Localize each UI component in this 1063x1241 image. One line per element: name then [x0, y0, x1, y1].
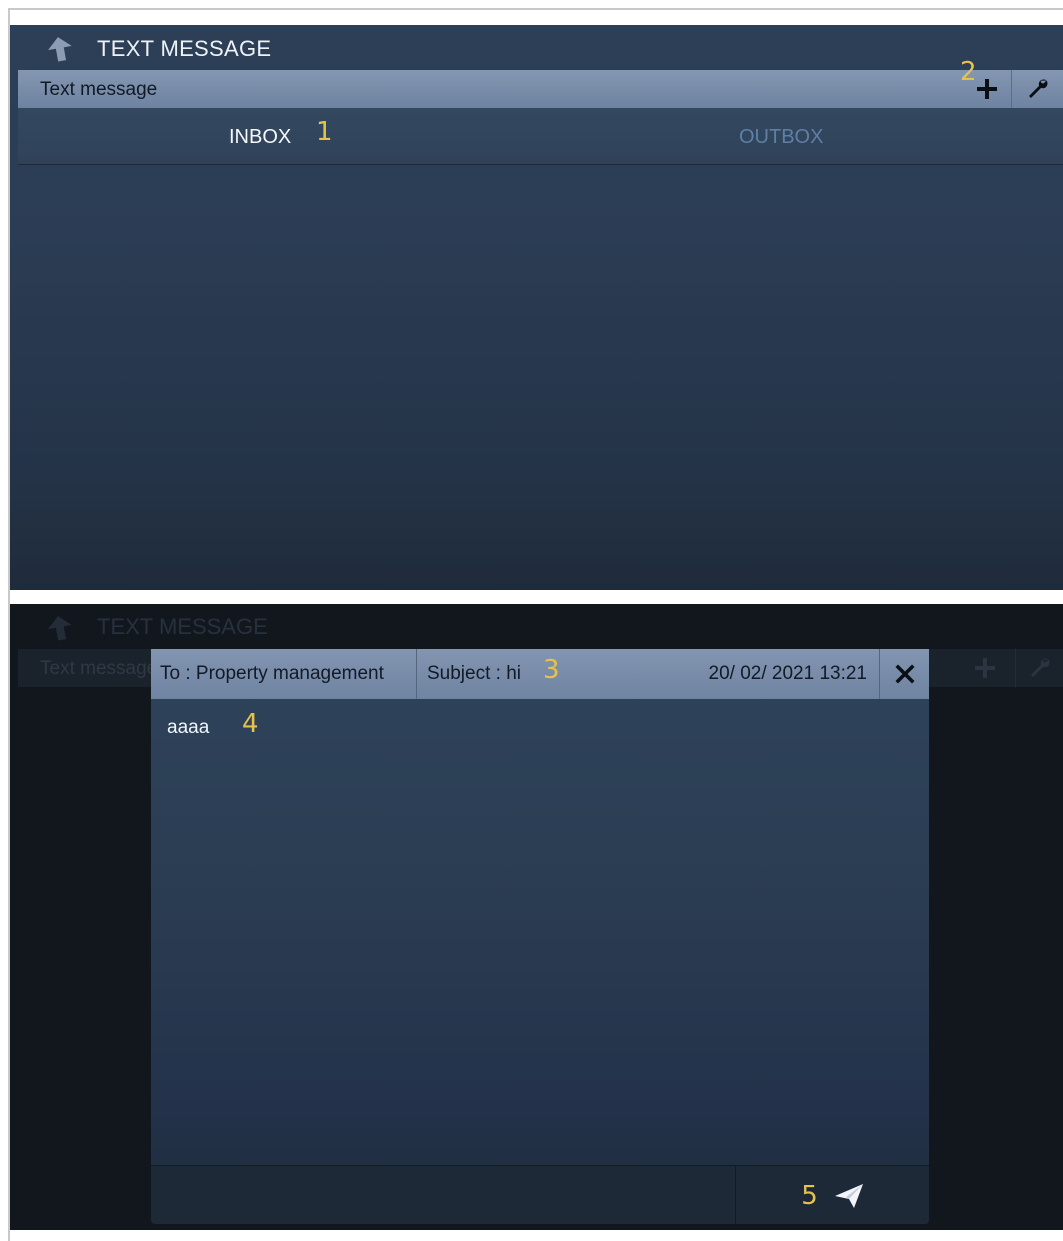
sub-header-bar: Text message	[18, 70, 1063, 108]
sub-header-label: Text message	[40, 79, 158, 100]
subject-text: Subject : hi	[427, 663, 521, 684]
close-button[interactable]	[879, 649, 929, 699]
settings-button[interactable]	[1011, 70, 1063, 108]
annotation-marker-2: 2	[960, 57, 977, 87]
back-arrow-icon[interactable]	[46, 35, 74, 63]
plus-icon	[977, 79, 997, 99]
message-detail-screen: TEXT MESSAGE Text message To : Property …	[10, 604, 1063, 1230]
tab-outbox[interactable]: OUTBOX	[739, 126, 823, 149]
recipient-field: To : Property management	[151, 649, 417, 699]
message-footer: 5	[151, 1165, 929, 1224]
text-message-screen: TEXT MESSAGE Text message 2 INBOX 1 OUTB…	[10, 25, 1063, 590]
background-page-title: TEXT MESSAGE	[97, 614, 268, 639]
annotation-marker-4: 4	[242, 709, 259, 739]
annotation-marker-1: 1	[316, 117, 333, 147]
background-sub-header-label: Text message	[40, 658, 158, 679]
paper-plane-icon	[834, 1183, 863, 1208]
tab-inbox[interactable]: INBOX	[229, 126, 291, 149]
annotation-marker-3: 3	[543, 655, 560, 685]
message-header: To : Property management Subject : hi 3 …	[151, 649, 929, 699]
tab-bar: INBOX 1 OUTBOX	[18, 108, 1063, 165]
send-button[interactable]: 5	[735, 1166, 929, 1224]
background-settings-button	[1015, 649, 1063, 687]
title-bar: TEXT MESSAGE	[10, 25, 1063, 70]
wrench-icon	[1030, 658, 1049, 677]
annotation-marker-5: 5	[801, 1180, 818, 1211]
message-timestamp: 20/ 02/ 2021 13:21	[708, 663, 867, 684]
plus-icon	[975, 658, 995, 678]
back-arrow-icon	[46, 614, 74, 642]
message-list-area	[18, 166, 1063, 590]
message-dialog: To : Property management Subject : hi 3 …	[151, 649, 929, 1224]
background-add-button	[965, 649, 1005, 687]
page-title: TEXT MESSAGE	[97, 36, 272, 61]
wrench-icon	[1028, 79, 1047, 98]
close-icon	[894, 664, 915, 684]
message-body[interactable]: aaaa	[167, 717, 209, 739]
